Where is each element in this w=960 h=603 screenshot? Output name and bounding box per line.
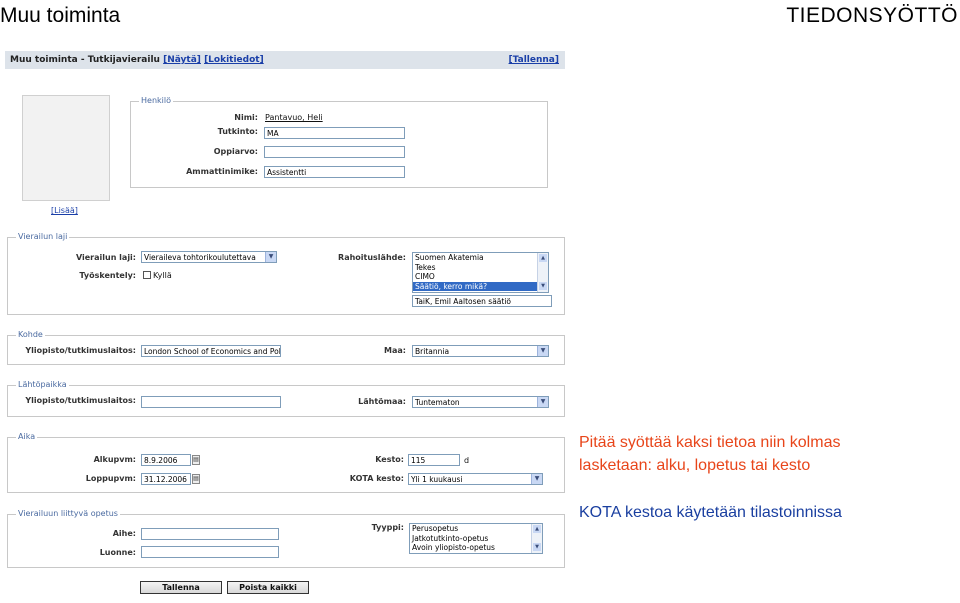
type-option[interactable]: Perusopetus xyxy=(410,524,542,534)
kota-duration-select[interactable]: Yli 1 kuukausi ▼ xyxy=(408,473,543,485)
type-scrollbar[interactable]: ▲ ▼ xyxy=(531,524,542,553)
visit-type-legend: Vierailun laji xyxy=(16,232,70,241)
funding-option[interactable]: Tekes xyxy=(413,263,548,273)
destination-university-input[interactable]: London School of Economics and Politi xyxy=(141,345,281,357)
name-link[interactable]: Pantavuo, Heli xyxy=(265,113,323,122)
header-save-link[interactable]: [Tallenna] xyxy=(509,55,559,65)
funding-other-input[interactable]: TaiK, Emil Aaltosen säätiö xyxy=(412,295,552,307)
funding-option[interactable]: Suomen Akatemia xyxy=(413,253,548,263)
degree-input[interactable]: MA xyxy=(264,127,405,139)
scroll-down-icon[interactable]: ▼ xyxy=(533,543,541,551)
teaching-legend: Vierailuun liittyvä opetus xyxy=(16,509,120,518)
degree-label: Tutkinto: xyxy=(217,127,258,136)
title-degree-label: Oppiarvo: xyxy=(213,147,258,156)
title-degree-input[interactable] xyxy=(264,146,405,158)
origin-country-value: Tuntematon xyxy=(415,398,460,407)
name-label: Nimi: xyxy=(234,113,258,122)
job-title-input[interactable]: Assistentti xyxy=(264,166,405,178)
calendar-icon[interactable]: ▤ xyxy=(192,455,200,465)
slide-section-title: TIEDONSYÖTTÖ xyxy=(786,4,958,27)
nature-label: Luonne: xyxy=(99,548,136,557)
type-listbox[interactable]: Perusopetus Jatkotutkinto-opetus Avoin y… xyxy=(409,523,543,554)
slide-title: Muu toiminta xyxy=(0,4,121,27)
log-link[interactable]: [Lokitiedot] xyxy=(204,55,264,65)
country-value: Britannia xyxy=(415,347,450,356)
funding-scrollbar[interactable]: ▲ ▼ xyxy=(537,253,548,292)
funding-option-selected[interactable]: Säätiö, kerro mikä? xyxy=(413,281,548,291)
person-photo xyxy=(22,95,110,201)
calendar-icon[interactable]: ▤ xyxy=(192,474,200,484)
origin-university-label: Yliopisto/tutkimuslaitos: xyxy=(25,396,136,405)
destination-university-label: Yliopisto/tutkimuslaitos: xyxy=(25,346,136,355)
show-link[interactable]: [Näytä] xyxy=(163,55,201,65)
job-title-label: Ammattinimike: xyxy=(186,167,258,176)
scroll-up-icon[interactable]: ▲ xyxy=(539,254,547,262)
start-date-input[interactable]: 8.9.2006 xyxy=(141,454,191,466)
chevron-down-icon[interactable]: ▼ xyxy=(265,252,276,262)
visit-type-select[interactable]: Vieraileva tohtorikoulutettava ▼ xyxy=(141,251,277,263)
nature-input[interactable] xyxy=(141,546,279,558)
origin-country-select[interactable]: Tuntematon ▼ xyxy=(412,396,549,408)
duration-label: Kesto: xyxy=(375,455,404,464)
chevron-down-icon[interactable]: ▼ xyxy=(531,474,542,484)
save-button[interactable]: Tallenna xyxy=(140,581,222,594)
header-title-text: Muu toiminta - Tutkijavierailu xyxy=(10,55,160,65)
kota-duration-label: KOTA kesto: xyxy=(349,474,404,483)
end-date-label: Loppupvm: xyxy=(85,474,136,483)
origin-country-label: Lähtömaa: xyxy=(358,397,406,406)
destination-legend: Kohde xyxy=(16,330,45,339)
end-date-input[interactable]: 31.12.2006 xyxy=(141,473,191,485)
annotation-line-1: Pitää syöttää kaksi tietoa niin kolmas xyxy=(579,434,841,451)
funding-option[interactable]: CIMO xyxy=(413,272,548,282)
country-label: Maa: xyxy=(384,346,406,355)
kota-duration-value: Yli 1 kuukausi xyxy=(411,475,463,484)
origin-university-input[interactable] xyxy=(141,396,281,408)
working-checkbox-label: Kyllä xyxy=(153,271,172,280)
annotation-line-2: lasketaan: alku, lopetus tai kesto xyxy=(579,457,811,474)
type-option[interactable]: Jatkotutkinto-opetus xyxy=(410,534,542,544)
topic-input[interactable] xyxy=(141,528,279,540)
person-legend: Henkilö xyxy=(139,96,173,105)
topic-label: Aihe: xyxy=(112,529,136,538)
duration-unit: d xyxy=(464,456,470,465)
duration-input[interactable]: 115 xyxy=(408,454,460,466)
app-header-bar: Muu toiminta - Tutkijavierailu [Näytä] [… xyxy=(5,51,565,69)
add-photo-link[interactable]: [Lisää] xyxy=(51,206,78,215)
country-select[interactable]: Britannia ▼ xyxy=(412,345,549,357)
visit-type-label: Vierailun laji: xyxy=(75,253,136,262)
origin-legend: Lähtöpaikka xyxy=(16,380,69,389)
delete-all-button[interactable]: Poista kaikki xyxy=(227,581,309,594)
start-date-label: Alkupvm: xyxy=(93,455,136,464)
type-option[interactable]: Avoin yliopisto-opetus xyxy=(410,543,542,553)
app-header-title: Muu toiminta - Tutkijavierailu [Näytä] [… xyxy=(10,55,264,65)
time-legend: Aika xyxy=(16,432,38,441)
type-label: Tyyppi: xyxy=(371,523,404,532)
chevron-down-icon[interactable]: ▼ xyxy=(537,346,548,356)
working-label: Työskentely: xyxy=(79,271,136,280)
annotation-line-3: KOTA kestoa käytetään tilastoinnissa xyxy=(579,504,842,521)
funding-label: Rahoituslähde: xyxy=(338,253,406,262)
visit-type-value: Vieraileva tohtorikoulutettava xyxy=(144,253,256,262)
working-checkbox[interactable] xyxy=(143,271,151,279)
funding-listbox[interactable]: Suomen Akatemia Tekes CIMO Säätiö, kerro… xyxy=(412,252,549,293)
scroll-down-icon[interactable]: ▼ xyxy=(539,282,547,290)
chevron-down-icon[interactable]: ▼ xyxy=(537,397,548,407)
scroll-up-icon[interactable]: ▲ xyxy=(533,525,541,533)
